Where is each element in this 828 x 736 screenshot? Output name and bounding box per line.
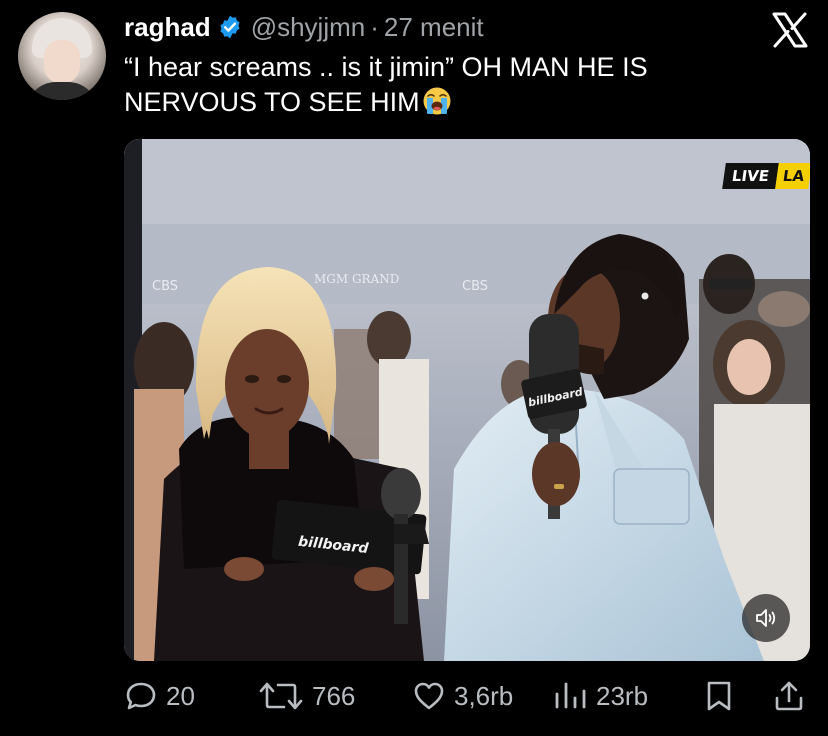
like-button[interactable]: 3,6rb xyxy=(412,672,513,720)
tweet-header: raghad @shyjjmn · 27 menit xyxy=(124,10,484,44)
live-badge-label: LIVE xyxy=(722,163,779,189)
tweet-page: raghad @shyjjmn · 27 menit “I hear screa… xyxy=(0,0,828,736)
video-frame: CBS MGM GRAND CBS billboard billboard xyxy=(124,139,810,661)
retweet-icon xyxy=(259,682,303,710)
backdrop-logo-3: CBS xyxy=(462,279,488,294)
views-button[interactable]: 23rb xyxy=(552,672,648,720)
video-player[interactable]: CBS MGM GRAND CBS billboard billboard LI… xyxy=(124,139,810,661)
share-icon xyxy=(775,681,803,711)
like-icon xyxy=(414,682,444,710)
reply-button[interactable]: 20 xyxy=(124,672,195,720)
retweet-count: 766 xyxy=(312,680,356,711)
retweet-button[interactable]: 766 xyxy=(258,672,355,720)
share-button[interactable] xyxy=(772,672,806,720)
x-logo-icon[interactable] xyxy=(770,10,810,50)
tweet-actions: 20 766 3,6rb 23rb xyxy=(0,672,828,722)
display-name[interactable]: raghad xyxy=(124,12,211,43)
volume-button[interactable] xyxy=(742,594,790,642)
live-badge: LIVE LA xyxy=(722,163,810,189)
loudly-crying-face-icon xyxy=(422,86,452,116)
bookmark-icon xyxy=(707,681,731,711)
avatar[interactable] xyxy=(18,12,106,100)
tweet-text: “I hear screams .. is it jimin” OH MAN H… xyxy=(124,50,764,120)
verified-badge-icon xyxy=(217,14,243,40)
separator-dot: · xyxy=(370,11,379,42)
bookmark-button[interactable] xyxy=(704,672,734,720)
volume-icon xyxy=(756,609,776,627)
views-icon xyxy=(555,682,586,709)
like-count: 3,6rb xyxy=(454,680,514,711)
backdrop-logo-1: CBS xyxy=(152,279,178,294)
tweet-time[interactable]: 27 menit xyxy=(384,12,484,43)
user-handle[interactable]: @shyjjmn xyxy=(251,12,366,43)
tweet-body: “I hear screams .. is it jimin” OH MAN H… xyxy=(124,52,648,117)
views-count: 23rb xyxy=(596,680,649,711)
reply-count: 20 xyxy=(166,680,195,711)
backdrop-logo-2: MGM GRAND xyxy=(314,272,399,286)
live-badge-suffix: LA xyxy=(775,163,810,189)
reply-icon xyxy=(126,682,156,710)
